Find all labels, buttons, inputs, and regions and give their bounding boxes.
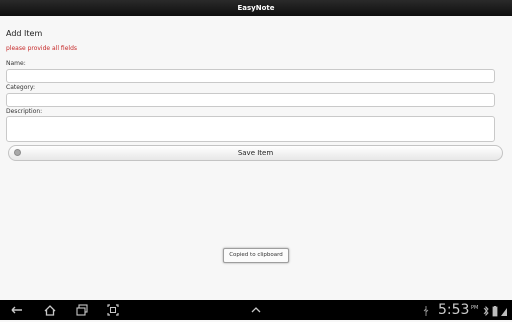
clock-ampm: PM: [471, 305, 479, 311]
description-label: Description:: [6, 108, 43, 115]
clock-time: 5:53: [438, 302, 470, 318]
toast-text: Copied to clipboard: [229, 252, 283, 258]
bluetooth-icon: [482, 303, 490, 317]
screenshot-icon[interactable]: [106, 303, 120, 317]
back-icon[interactable]: [10, 303, 24, 317]
add-item-screen: Add Item please provide all fields Name:…: [0, 16, 512, 300]
chevron-up-icon[interactable]: [249, 303, 263, 317]
save-item-label: Save Item: [237, 149, 274, 157]
validation-message: please provide all fields: [6, 45, 77, 52]
battery-icon: [491, 303, 499, 317]
name-label: Name:: [6, 60, 26, 67]
signal-icon: [500, 303, 508, 317]
usb-icon: [422, 303, 430, 317]
description-field[interactable]: [6, 116, 495, 142]
save-item-button[interactable]: Save Item: [8, 145, 503, 161]
category-label: Category:: [6, 84, 35, 91]
app-title-bar: EasyNote: [0, 0, 512, 16]
radio-indicator-icon: [14, 149, 21, 156]
page-title: Add Item: [6, 29, 43, 38]
toast-notification: Copied to clipboard: [223, 248, 289, 263]
recent-apps-icon[interactable]: [75, 303, 89, 317]
category-field[interactable]: [6, 93, 495, 107]
name-field[interactable]: [6, 69, 495, 83]
home-icon[interactable]: [43, 303, 57, 317]
system-nav-bar: 5:53 PM: [0, 300, 512, 320]
app-title: EasyNote: [237, 4, 275, 12]
